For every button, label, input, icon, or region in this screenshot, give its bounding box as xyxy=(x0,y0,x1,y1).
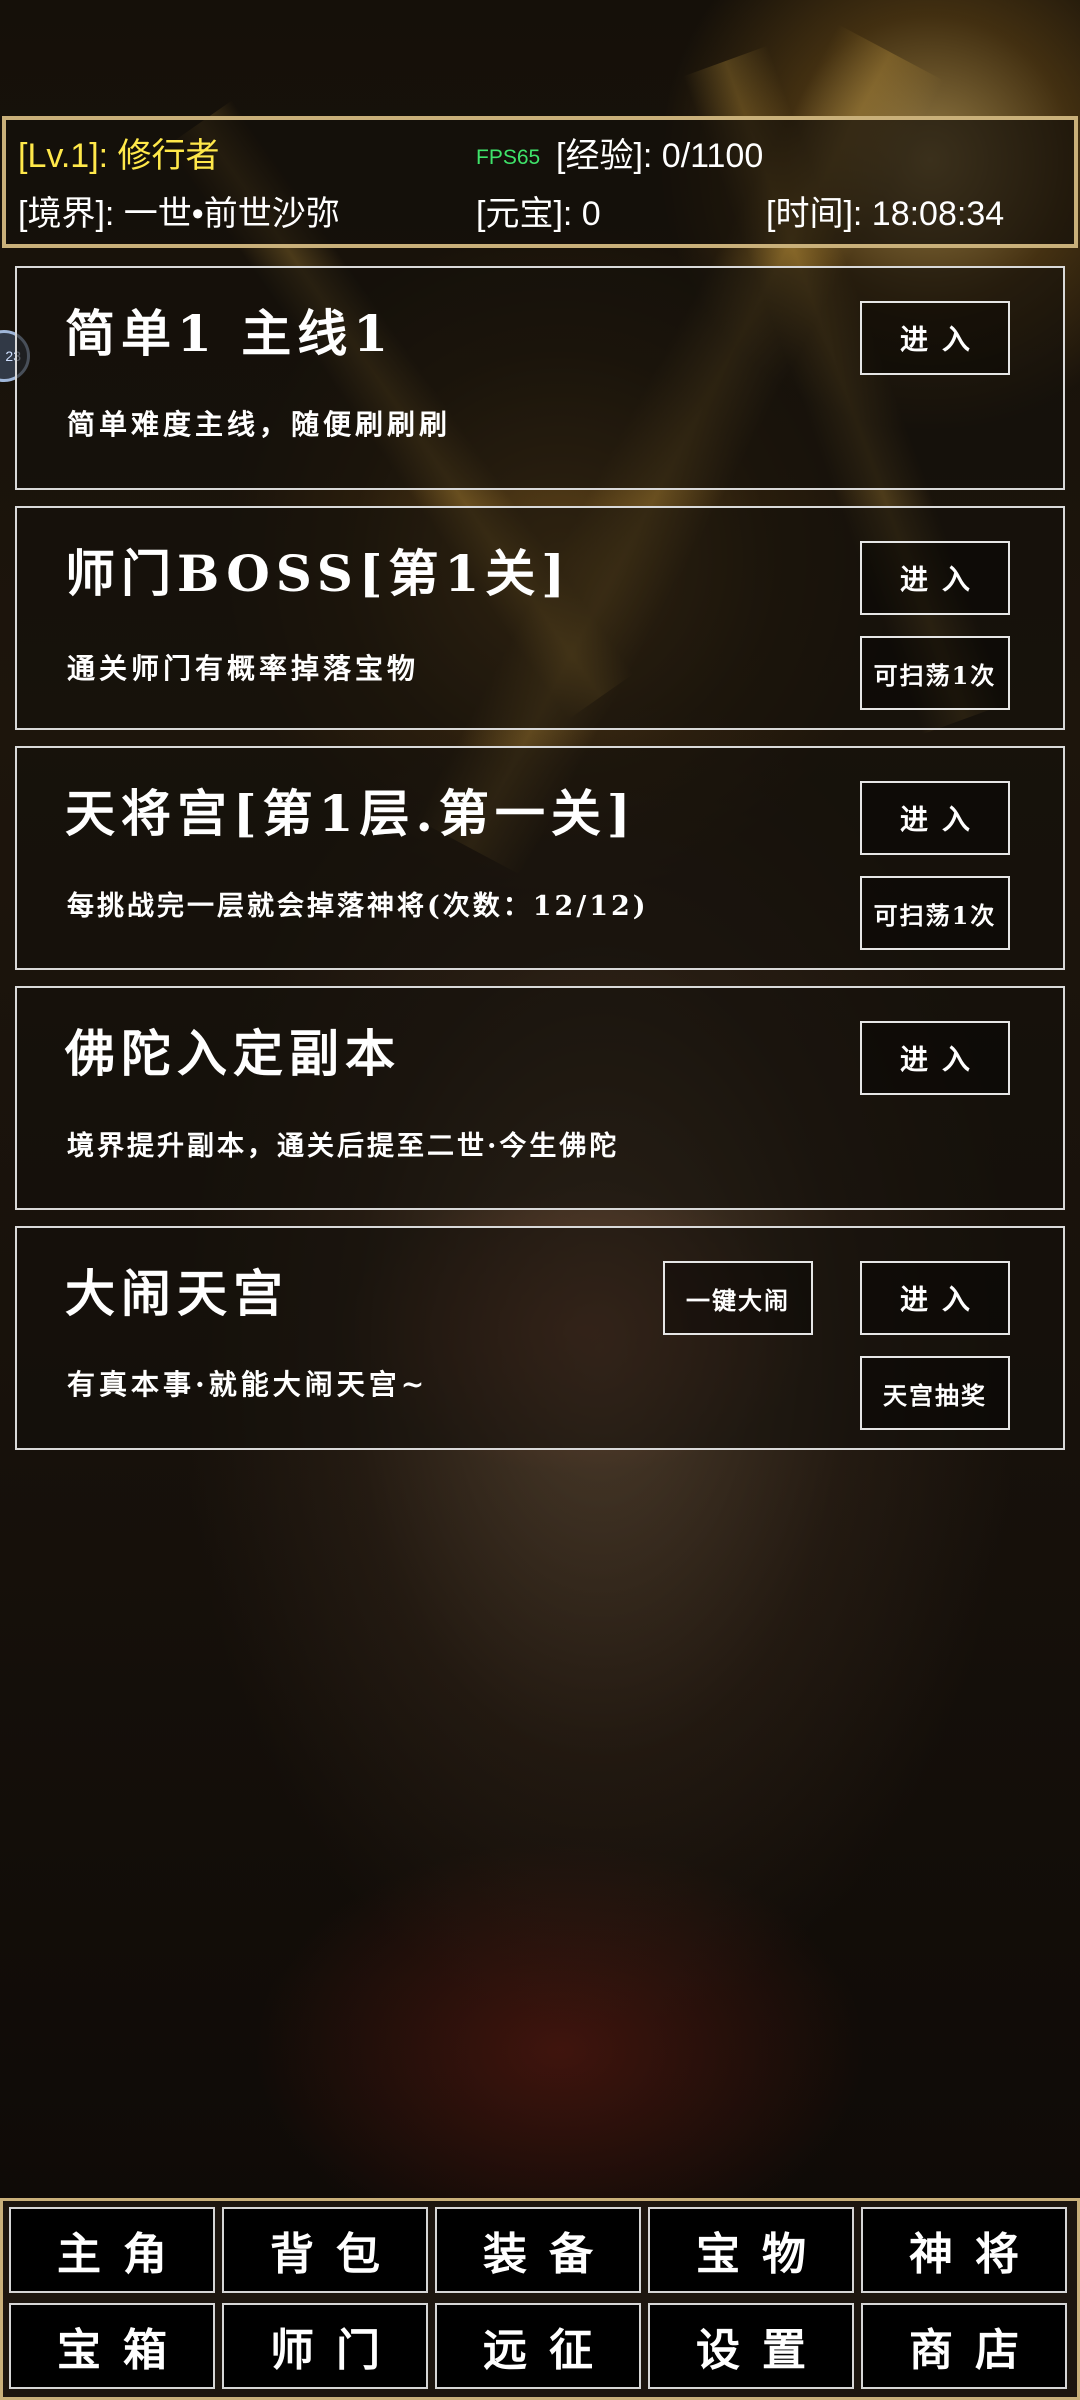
nav-treasure[interactable]: 宝物 xyxy=(648,2207,854,2293)
card-title: 天将宫[第1层.第一关] xyxy=(65,784,637,843)
card-title: 佛陀入定副本 xyxy=(65,1024,401,1083)
card-title: 师门BOSS[第1关] xyxy=(65,544,571,603)
card-title: 简单1 主线1 xyxy=(65,304,394,363)
enter-button[interactable]: 进入 xyxy=(860,781,1010,855)
stage-card-main-quest: 简单1 主线1 简单难度主线，随便刷刷刷 进入 xyxy=(15,266,1065,490)
game-time: [时间]: 18:08:34 xyxy=(766,195,1005,233)
sweep-button[interactable]: 可扫荡1次 xyxy=(860,636,1010,710)
bottom-navigation: 主角 背包 装备 宝物 神将 宝箱 师门 远征 设置 商店 xyxy=(0,2198,1080,2400)
enter-button[interactable]: 进入 xyxy=(860,541,1010,615)
player-status-header: [Lv.1]: 修行者 FPS65 [经验]: 0/1100 [境界]: 一世•… xyxy=(2,116,1078,248)
nav-backpack[interactable]: 背包 xyxy=(222,2207,428,2293)
yuanbao-value: [元宝]: 0 xyxy=(476,195,601,233)
player-level: [Lv.1]: 修行者 xyxy=(18,137,220,175)
enter-button[interactable]: 进入 xyxy=(860,1261,1010,1335)
stage-card-heavenly-general-palace: 天将宫[第1层.第一关] 每挑战完一层就会掉落神将(次数：12/12) 进入 可… xyxy=(15,746,1065,970)
nav-heavenly-generals[interactable]: 神将 xyxy=(861,2207,1067,2293)
sweep-button[interactable]: 可扫荡1次 xyxy=(860,876,1010,950)
nav-expedition[interactable]: 远征 xyxy=(435,2303,641,2389)
card-title: 大闹天宫 xyxy=(65,1264,289,1323)
experience-value: [经验]: 0/1100 xyxy=(556,137,764,175)
nav-sect[interactable]: 师门 xyxy=(222,2303,428,2389)
enter-button[interactable]: 进入 xyxy=(860,301,1010,375)
card-description: 境界提升副本，通关后提至二世·今生佛陀 xyxy=(67,1131,620,1162)
card-description: 每挑战完一层就会掉落神将(次数：12/12) xyxy=(67,891,649,922)
fps-counter: FPS65 xyxy=(476,146,541,169)
card-description: 通关师门有概率掉落宝物 xyxy=(67,652,420,685)
nav-protagonist[interactable]: 主角 xyxy=(9,2207,215,2293)
heaven-lottery-button[interactable]: 天宫抽奖 xyxy=(860,1356,1010,1430)
nav-settings[interactable]: 设置 xyxy=(648,2303,854,2389)
realm-value: [境界]: 一世•前世沙弥 xyxy=(18,195,340,233)
nav-treasure-chest[interactable]: 宝箱 xyxy=(9,2303,215,2389)
nav-equipment[interactable]: 装备 xyxy=(435,2207,641,2293)
nav-shop[interactable]: 商店 xyxy=(861,2303,1067,2389)
one-click-havoc-button[interactable]: 一键大闹 xyxy=(663,1261,813,1335)
stage-card-buddha-dungeon: 佛陀入定副本 境界提升副本，通关后提至二世·今生佛陀 进入 xyxy=(15,986,1065,1210)
enter-button[interactable]: 进入 xyxy=(860,1021,1010,1095)
stage-card-sect-boss: 师门BOSS[第1关] 通关师门有概率掉落宝物 进入 可扫荡1次 xyxy=(15,506,1065,730)
card-description: 简单难度主线，随便刷刷刷 xyxy=(67,408,452,441)
card-description: 有真本事·就能大闹天宫~ xyxy=(67,1368,429,1401)
stage-card-havoc-heaven: 大闹天宫 有真本事·就能大闹天宫~ 一键大闹 进入 天宫抽奖 xyxy=(15,1226,1065,1450)
